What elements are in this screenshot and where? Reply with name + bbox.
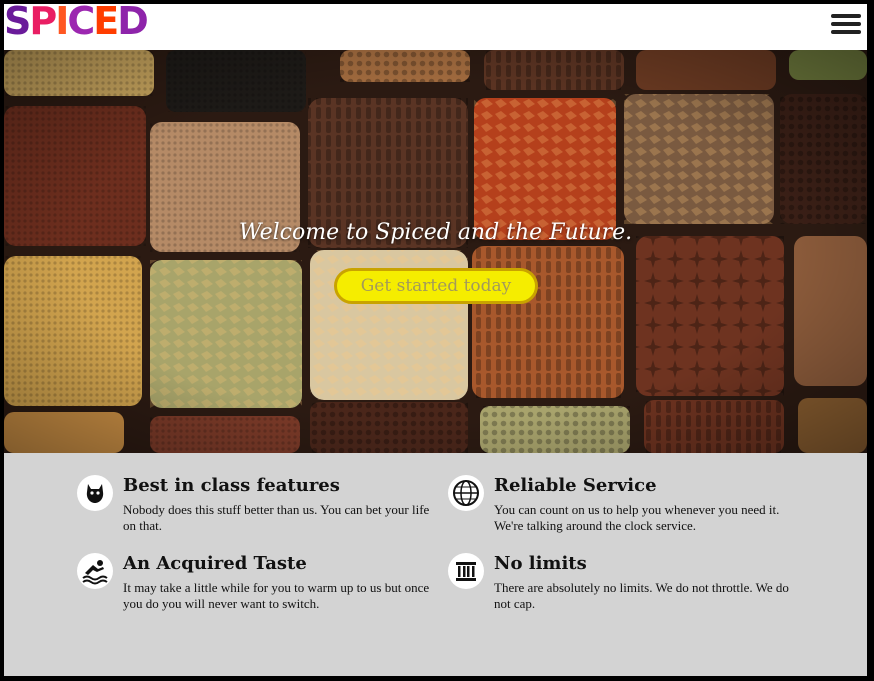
globe-icon <box>448 475 484 511</box>
spiced-logo[interactable]: S P I C E D <box>4 4 149 43</box>
hamburger-menu-icon[interactable] <box>831 14 861 38</box>
logo-letter: S <box>4 4 31 43</box>
features-section: Best in class features Nobody does this … <box>4 453 867 676</box>
hero-title: Welcome to Spiced and the Future. <box>238 220 633 245</box>
feature-description: Nobody does this stuff better than us. Y… <box>123 502 430 533</box>
logo-letter: C <box>67 4 95 43</box>
columns-icon <box>448 553 484 589</box>
swimmer-icon <box>77 553 113 589</box>
hero-banner: Welcome to Spiced and the Future. Get st… <box>4 50 867 453</box>
feature-title: Reliable Service <box>494 475 657 496</box>
spice-market-image <box>4 50 867 453</box>
feature-description: You can count on us to help you whenever… <box>494 502 780 533</box>
page-frame: S P I C E D Welcome to Spiced and the Fu… <box>4 4 867 676</box>
logo-letter: I <box>55 4 69 43</box>
feature-description: It may take a little while for you to wa… <box>123 580 430 611</box>
logo-letter: E <box>93 4 119 43</box>
logo-letter: P <box>29 4 57 43</box>
get-started-button[interactable]: Get started today <box>334 268 538 304</box>
feature-title: Best in class features <box>123 475 340 496</box>
black-cat-icon <box>77 475 113 511</box>
feature-title: An Acquired Taste <box>123 553 307 574</box>
header-bar: S P I C E D <box>4 4 867 50</box>
feature-title: No limits <box>494 553 587 574</box>
logo-letter: D <box>117 4 149 43</box>
feature-description: There are absolutely no limits. We do no… <box>494 580 789 611</box>
